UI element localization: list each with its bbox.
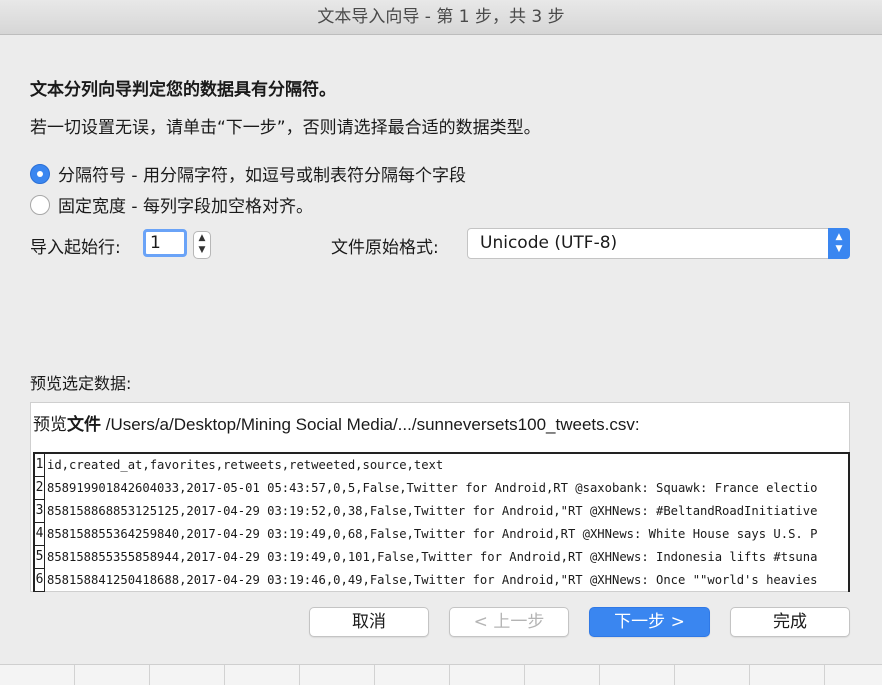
start-row-stepper[interactable]: ▲ ▼: [193, 231, 211, 259]
table-row: 6 858158841250418688,2017-04-29 03:19:46…: [35, 569, 848, 592]
row-number: 3: [35, 500, 45, 523]
file-origin-label: 文件原始格式:: [331, 238, 439, 258]
background-spreadsheet: [0, 664, 882, 685]
back-button[interactable]: < 上一步: [449, 607, 569, 637]
row-text: 858158841250418688,2017-04-29 03:19:46,0…: [47, 573, 818, 587]
preview-path-text: /Users/a/Desktop/Mining Social Media/...…: [101, 415, 640, 434]
table-row: 4 858158855364259840,2017-04-29 03:19:49…: [35, 523, 848, 546]
wizard-heading: 文本分列向导判定您的数据具有分隔符。: [30, 80, 336, 100]
radio-fixed-width[interactable]: [30, 194, 50, 215]
window-title: 文本导入向导 - 第 1 步，共 3 步: [0, 0, 882, 35]
start-row-label: 导入起始行:: [30, 238, 121, 258]
row-number: 6: [35, 569, 45, 592]
data-preview: 预览文件 /Users/a/Desktop/Mining Social Medi…: [30, 402, 850, 592]
preview-file-path: 预览文件 /Users/a/Desktop/Mining Social Medi…: [33, 410, 640, 435]
preview-file-word: 文件: [67, 415, 101, 434]
option-fixed-width[interactable]: 固定宽度 - 每列字段加空格对齐。: [30, 192, 313, 217]
table-row: 3 858158868853125125,2017-04-29 03:19:52…: [35, 500, 848, 523]
option-delimited[interactable]: 分隔符号 - 用分隔字符，如逗号或制表符分隔每个字段: [30, 161, 466, 186]
cancel-button[interactable]: 取消: [309, 607, 429, 637]
finish-button[interactable]: 完成: [730, 607, 850, 637]
file-origin-value: Unicode (UTF-8): [480, 233, 618, 253]
row-number: 2: [35, 477, 45, 500]
row-number: 1: [35, 454, 45, 477]
table-row: 2 858919901842604033,2017-05-01 05:43:57…: [35, 477, 848, 500]
row-text: 858158868853125125,2017-04-29 03:19:52,0…: [47, 504, 818, 518]
chevron-down-icon[interactable]: ▼: [194, 244, 210, 256]
row-text: 858158855355858944,2017-04-29 03:19:49,0…: [47, 550, 818, 564]
row-number: 4: [35, 523, 45, 546]
start-row-input[interactable]: 1: [143, 229, 187, 257]
preview-prefix: 预览: [33, 415, 67, 434]
row-text: 858919901842604033,2017-05-01 05:43:57,0…: [47, 481, 818, 495]
next-button[interactable]: 下一步 >: [589, 607, 710, 637]
table-row: 5 858158855355858944,2017-04-29 03:19:49…: [35, 546, 848, 569]
text-import-wizard-dialog: 文本分列向导判定您的数据具有分隔符。 若一切设置无误，请单击“下一步”，否则请选…: [0, 35, 882, 664]
select-chevrons-icon: ▲ ▼: [828, 228, 850, 259]
preview-label: 预览选定数据:: [30, 374, 132, 393]
file-origin-select[interactable]: Unicode (UTF-8) ▲ ▼: [467, 228, 850, 259]
preview-grid[interactable]: 1 id,created_at,favorites,retweets,retwe…: [33, 452, 850, 592]
row-number: 5: [35, 546, 45, 569]
option-fixed-width-label: 固定宽度 - 每列字段加空格对齐。: [58, 197, 313, 217]
chevron-up-icon[interactable]: ▲: [194, 232, 210, 244]
option-delimited-label: 分隔符号 - 用分隔字符，如逗号或制表符分隔每个字段: [58, 166, 466, 186]
row-text: id,created_at,favorites,retweets,retweet…: [47, 458, 444, 472]
wizard-subheading: 若一切设置无误，请单击“下一步”，否则请选择最合适的数据类型。: [30, 118, 541, 138]
row-text: 858158855364259840,2017-04-29 03:19:49,0…: [47, 527, 818, 541]
radio-delimited[interactable]: [30, 163, 50, 184]
table-row: 1 id,created_at,favorites,retweets,retwe…: [35, 454, 848, 477]
